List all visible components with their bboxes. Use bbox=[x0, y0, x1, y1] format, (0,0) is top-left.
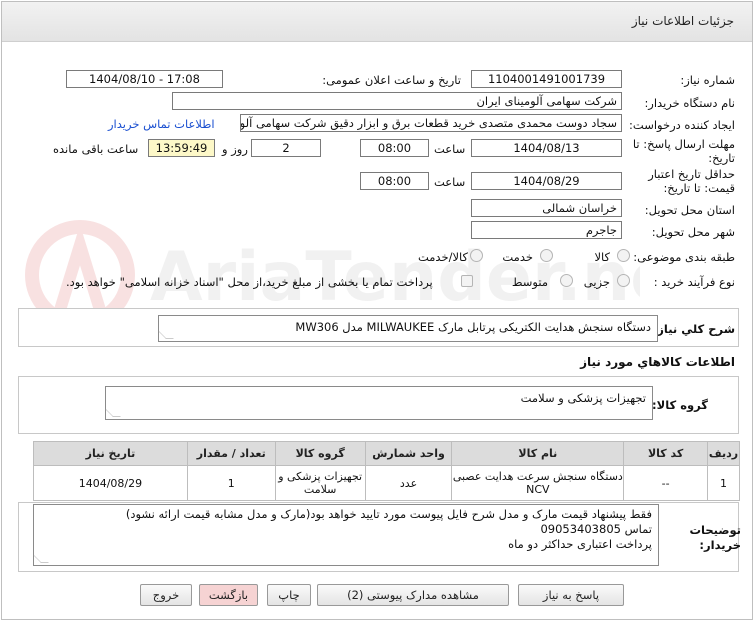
print-button[interactable]: چاپ bbox=[267, 584, 311, 606]
table-row: 1 -- دستگاه سنجش سرعت هدایت عصبی NCV عدد… bbox=[33, 465, 740, 501]
validity-time-label: ساعت bbox=[434, 175, 466, 189]
process-option-medium: متوسط bbox=[511, 275, 548, 289]
need-number-label: شماره نیاز: bbox=[680, 73, 735, 87]
need-number-field: 1104001491001739 bbox=[471, 70, 622, 88]
city-label: شهر محل تحویل: bbox=[651, 225, 735, 239]
announce-field: 1404/08/10 - 17:08 bbox=[66, 70, 223, 88]
notes-line-2: تماس 09053403805 bbox=[540, 522, 652, 536]
cell-need-date: 1404/08/29 bbox=[33, 465, 188, 501]
back-button[interactable]: بازگشت bbox=[199, 584, 258, 606]
days-label: روز و bbox=[222, 142, 248, 156]
category-service-radio[interactable] bbox=[540, 249, 553, 262]
province-label: استان محل تحویل: bbox=[644, 203, 735, 217]
buyer-org-field: شرکت سهامی آلومینای ایران bbox=[172, 92, 622, 110]
resize-grip-icon bbox=[158, 331, 174, 339]
process-medium-radio[interactable] bbox=[560, 274, 573, 287]
treasury-payment-checkbox[interactable] bbox=[461, 275, 473, 287]
category-option-goods: کالا bbox=[594, 250, 610, 264]
cell-item-code: -- bbox=[623, 465, 709, 501]
notes-field: فقط پیشنهاد قیمت مارک و مدل شرح فایل پیو… bbox=[33, 504, 659, 566]
col-item-code: کد کالا bbox=[623, 441, 709, 466]
goods-table: ردیف کد کالا نام کالا واحد شمارش گروه کا… bbox=[33, 441, 740, 501]
notes-line-3: پرداخت اعتباری حداکثر دو ماه bbox=[508, 537, 652, 551]
cell-item-name: دستگاه سنجش سرعت هدایت عصبی NCV bbox=[451, 465, 625, 501]
validity-label: حداقل تاریخ اعتبار قیمت: تا تاریخ: bbox=[625, 167, 735, 195]
page-title: جزئیات اطلاعات نیاز bbox=[631, 14, 734, 28]
col-item-name: نام کالا bbox=[451, 441, 625, 466]
cell-quantity: 1 bbox=[186, 465, 276, 501]
validity-label-text: حداقل تاریخ اعتبار قیمت: تا تاریخ: bbox=[648, 167, 735, 195]
cell-unit: عدد bbox=[364, 465, 453, 501]
deadline-time-label: ساعت bbox=[434, 142, 466, 156]
col-quantity: تعداد / مقدار bbox=[186, 441, 276, 466]
category-goods-service-radio[interactable] bbox=[470, 249, 483, 262]
days-remaining-field: 2 bbox=[251, 139, 321, 157]
remaining-time-label: ساعت باقی مانده bbox=[53, 142, 139, 156]
attachments-button[interactable]: مشاهده مدارک پیوستی (2) bbox=[317, 584, 509, 606]
goods-group-field: تجهیزات پزشکی و سلامت bbox=[105, 386, 653, 420]
notes-line-1: فقط پیشنهاد قیمت مارک و مدل شرح فایل پیو… bbox=[125, 507, 652, 521]
page-header: جزئیات اطلاعات نیاز bbox=[2, 2, 752, 42]
goods-group-label: گروه کالا: bbox=[652, 398, 708, 412]
announce-label: تاریخ و ساعت اعلان عمومی: bbox=[322, 73, 461, 87]
remaining-time-field: 13:59:49 bbox=[148, 139, 215, 157]
resize-grip-icon bbox=[105, 409, 121, 417]
col-row-number: ردیف bbox=[707, 441, 740, 466]
deadline-label: مهلت ارسال پاسخ: تا تاریخ: bbox=[630, 137, 735, 165]
creator-field: سجاد دوست محمدی متصدی خرید قطعات برق و ا… bbox=[240, 114, 622, 132]
summary-label: شرح کلي نياز: bbox=[652, 322, 735, 336]
goods-section-title: اطلاعات کالاهاي مورد نياز bbox=[580, 355, 735, 369]
summary-text: دستگاه سنجش هدایت الکتریکی پرتابل مارک M… bbox=[295, 320, 651, 334]
deadline-time-field: 08:00 bbox=[360, 139, 429, 157]
treasury-payment-note: پرداخت تمام یا بخشی از مبلغ خرید،از محل … bbox=[66, 275, 433, 289]
reply-button[interactable]: پاسخ به نیاز bbox=[518, 584, 624, 606]
exit-button[interactable]: خروج bbox=[140, 584, 192, 606]
col-group: گروه کالا bbox=[274, 441, 366, 466]
resize-grip-icon bbox=[33, 555, 49, 563]
process-minor-radio[interactable] bbox=[617, 274, 630, 287]
process-type-label: نوع فرآیند خرید : bbox=[653, 275, 735, 289]
creator-label: ایجاد کننده درخواست: bbox=[629, 118, 735, 132]
category-goods-radio[interactable] bbox=[617, 249, 630, 262]
cell-group: تجهیزات پزشکی و سلامت bbox=[274, 465, 366, 501]
notes-label: توضیحات خریدار: bbox=[689, 523, 742, 552]
col-unit: واحد شمارش bbox=[364, 441, 453, 466]
buyer-org-label: نام دستگاه خریدار: bbox=[644, 96, 735, 110]
validity-date-field: 1404/08/29 bbox=[471, 172, 622, 190]
process-option-minor: جزیی bbox=[583, 275, 610, 289]
category-option-goods-service: کالا/خدمت bbox=[417, 250, 468, 264]
summary-field: دستگاه سنجش هدایت الکتریکی پرتابل مارک M… bbox=[158, 315, 658, 342]
goods-table-header: ردیف کد کالا نام کالا واحد شمارش گروه کا… bbox=[33, 441, 740, 466]
col-need-date: تاریخ نیاز bbox=[33, 441, 188, 466]
category-option-service: خدمت bbox=[502, 250, 533, 264]
category-label: طبقه بندی موضوعی: bbox=[633, 250, 735, 264]
city-field: جاجرم bbox=[471, 221, 622, 239]
validity-time-field: 08:00 bbox=[360, 172, 429, 190]
deadline-date-field: 1404/08/13 bbox=[471, 139, 622, 157]
cell-row-number: 1 bbox=[707, 465, 740, 501]
buyer-contact-link[interactable]: اطلاعات تماس خریدار bbox=[108, 117, 215, 131]
province-field: خراسان شمالی bbox=[471, 199, 622, 217]
goods-group-text: تجهیزات پزشکی و سلامت bbox=[520, 391, 646, 405]
deadline-label-text: مهلت ارسال پاسخ: تا تاریخ: bbox=[632, 137, 735, 165]
